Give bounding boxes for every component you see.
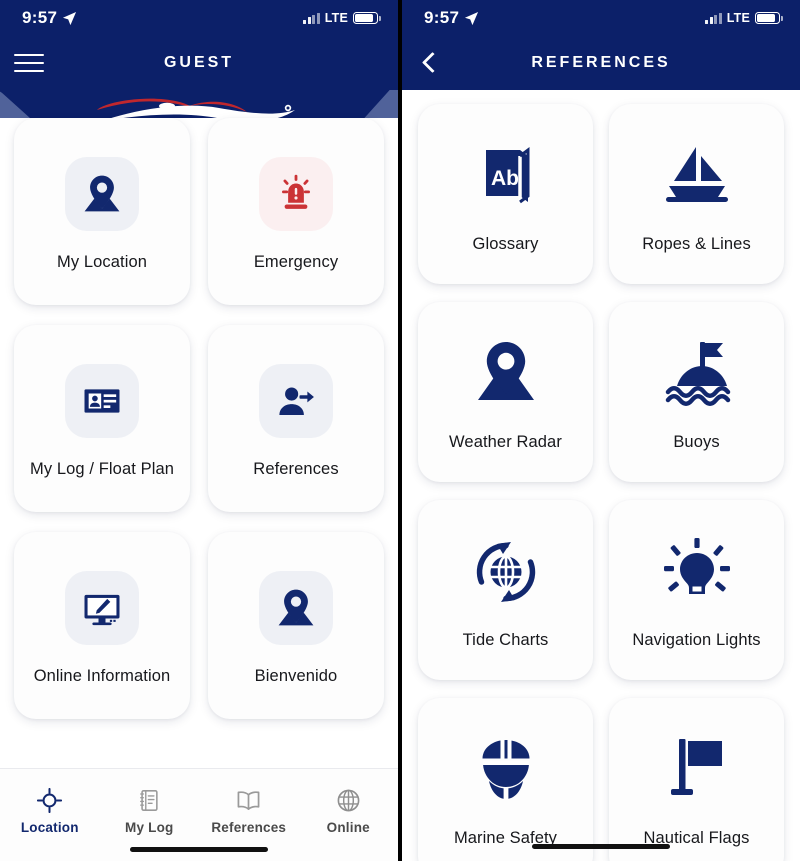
status-bar-right: 9:57 LTE	[402, 0, 800, 36]
status-time-group: 9:57	[424, 8, 479, 28]
signal-bars-icon	[303, 12, 320, 24]
card-label: Buoys	[673, 433, 720, 452]
status-time-group: 9:57	[22, 8, 77, 28]
status-bar-left: 9:57 LTE	[0, 0, 398, 36]
network-label: LTE	[726, 11, 750, 25]
card-my-log-float-plan[interactable]: My Log / Float Plan	[14, 325, 190, 512]
book-ab-icon: Ab	[470, 133, 542, 219]
left-nav-bar: GUEST	[0, 36, 398, 90]
svg-text:Ab: Ab	[491, 167, 519, 190]
card-bienvenido[interactable]: Bienvenido	[208, 532, 384, 719]
card-label: Glossary	[472, 235, 539, 254]
card-label: Bienvenido	[254, 666, 338, 685]
life-vest-icon	[469, 727, 543, 813]
right-card-grid-container: Ab Glossary Ropes & Lines Weather Radar …	[402, 90, 800, 861]
map-pin-location-icon	[469, 331, 543, 417]
left-card-grid: My Location Emergency My Log / Float Pla…	[14, 118, 384, 719]
right-card-grid: Ab Glossary Ropes & Lines Weather Radar …	[418, 104, 784, 861]
card-label: Ropes & Lines	[642, 235, 751, 254]
emergency-siren-icon	[259, 156, 333, 231]
right-page-title: REFERENCES	[531, 54, 671, 71]
signal-bars-icon	[705, 12, 722, 24]
tab-location[interactable]: Location	[0, 787, 100, 835]
left-phone-screen: 9:57 LTE GUEST My Location Emergency My …	[0, 0, 398, 861]
card-my-location[interactable]: My Location	[14, 118, 190, 305]
globe-refresh-icon	[469, 529, 543, 615]
card-references[interactable]: References	[208, 325, 384, 512]
id-card-icon	[65, 363, 139, 438]
tab-references[interactable]: References	[199, 787, 299, 835]
card-weather-radar[interactable]: Weather Radar	[418, 302, 593, 482]
tab-label: Online	[326, 820, 370, 835]
dual-phone-screenshot: 9:57 LTE GUEST My Location Emergency My …	[0, 0, 800, 861]
card-label: My Location	[56, 252, 148, 271]
tab-label: References	[211, 820, 287, 835]
tab-online[interactable]: Online	[299, 787, 399, 835]
lightbulb-icon	[660, 529, 734, 615]
left-card-grid-container: My Location Emergency My Log / Float Pla…	[0, 118, 398, 739]
person-arrow-icon	[259, 363, 333, 438]
globe-icon	[336, 787, 361, 813]
status-right-group: LTE	[705, 11, 783, 25]
sailboat-icon	[660, 133, 734, 219]
tab-label: My Log	[125, 820, 174, 835]
map-pin-location-icon	[65, 156, 139, 231]
right-nav-bar: REFERENCES	[402, 36, 800, 90]
card-ropes-and-lines[interactable]: Ropes & Lines	[609, 104, 784, 284]
card-glossary[interactable]: Ab Glossary	[418, 104, 593, 284]
tab-my-log[interactable]: My Log	[100, 787, 200, 835]
left-page-title: GUEST	[163, 54, 235, 71]
location-arrow-icon	[465, 11, 479, 25]
buoy-flag-icon	[660, 331, 734, 417]
status-time: 9:57	[22, 8, 58, 27]
status-time: 9:57	[424, 8, 460, 27]
tab-label: Location	[20, 820, 79, 835]
home-indicator	[130, 847, 268, 852]
flag-pole-icon	[660, 727, 734, 813]
map-pin-location-icon	[259, 570, 333, 645]
card-label: Weather Radar	[449, 433, 562, 452]
status-right-group: LTE	[303, 11, 381, 25]
home-indicator	[532, 844, 670, 849]
hamburger-menu-icon[interactable]	[14, 52, 44, 74]
back-chevron-icon[interactable]	[416, 49, 444, 77]
card-label: Navigation Lights	[632, 631, 761, 650]
card-marine-safety[interactable]: Marine Safety	[418, 698, 593, 861]
card-nautical-flags[interactable]: Nautical Flags	[609, 698, 784, 861]
grid-bottom-spacer	[14, 719, 384, 739]
crosshair-target-icon	[37, 787, 63, 813]
card-online-information[interactable]: Online Information	[14, 532, 190, 719]
card-label: Emergency	[253, 252, 339, 271]
card-buoys[interactable]: Buoys	[609, 302, 784, 482]
open-book-icon	[235, 787, 262, 813]
card-label: Tide Charts	[462, 631, 549, 650]
right-phone-screen: 9:57 LTE REFERENCES Ab Glossary Ropes & …	[402, 0, 800, 861]
notebook-icon	[137, 787, 161, 813]
card-tide-charts[interactable]: Tide Charts	[418, 500, 593, 680]
battery-icon	[755, 12, 783, 24]
card-navigation-lights[interactable]: Navigation Lights	[609, 500, 784, 680]
bottom-tab-bar: Location My Log References Online	[0, 768, 398, 861]
monitor-pencil-icon	[65, 570, 139, 645]
network-label: LTE	[324, 11, 348, 25]
card-label: References	[253, 459, 339, 478]
location-arrow-icon	[63, 11, 77, 25]
battery-icon	[353, 12, 381, 24]
right-navy-header: 9:57 LTE REFERENCES	[402, 0, 800, 90]
card-emergency[interactable]: Emergency	[208, 118, 384, 305]
card-label: My Log / Float Plan	[29, 459, 175, 478]
card-label: Online Information	[33, 666, 171, 685]
